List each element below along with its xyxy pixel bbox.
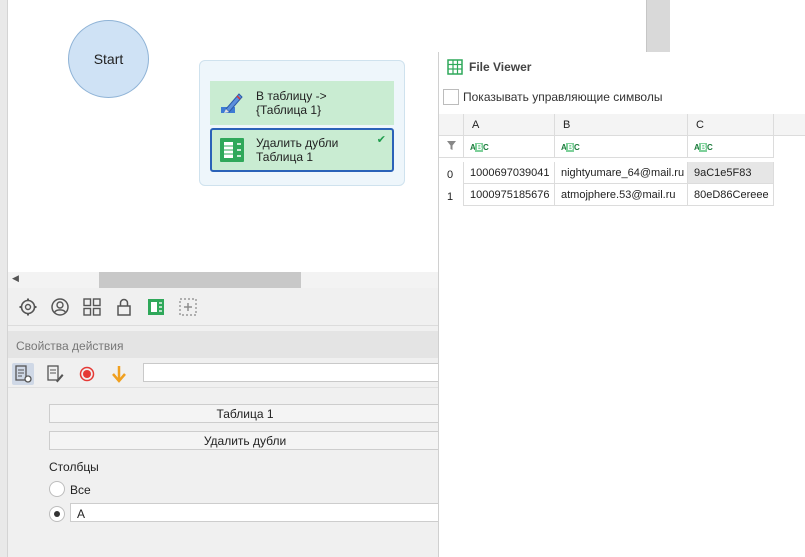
type-badge-cell[interactable]: ABC	[555, 136, 688, 158]
action-selector-value: Удалить дубли	[203, 433, 287, 448]
table-cell[interactable]: 1000697039041	[464, 162, 555, 184]
properties-header: Свойства действия	[8, 331, 438, 358]
action-remove-duplicates-line1: Удалить дубли	[256, 136, 339, 150]
canvas-toolbar	[8, 288, 438, 326]
text-type-icon: ABC	[470, 143, 489, 152]
table-icon	[220, 138, 244, 162]
gear-icon[interactable]	[18, 297, 38, 317]
user-circle-icon[interactable]	[50, 297, 70, 317]
action-to-table[interactable]: В таблицу -> {Таблица 1}	[210, 81, 394, 125]
radio-selected-dot	[54, 511, 60, 517]
edit-document-icon[interactable]	[44, 363, 66, 385]
pen-table-icon	[221, 93, 243, 113]
properties-body: Таблица 1 Удалить дубли Столбцы Все A	[8, 389, 441, 557]
vertical-splitter[interactable]	[646, 0, 670, 52]
grid-icon[interactable]	[82, 297, 102, 317]
workflow-canvas[interactable]: Start В таблицу -> {Таблица 1} Удалить д…	[8, 0, 438, 272]
filter-icon-cell[interactable]	[439, 136, 464, 158]
table-cell[interactable]: nightyumare_64@mail.ru	[555, 162, 688, 184]
column-input[interactable]: A	[70, 503, 440, 522]
radio-all-label: Все	[70, 483, 91, 497]
action-remove-duplicates[interactable]: Удалить дубли Таблица 1 ✔	[210, 128, 394, 172]
properties-settings-icon[interactable]	[12, 363, 34, 385]
show-control-chars-checkbox[interactable]	[443, 89, 459, 105]
column-header[interactable]: A	[464, 114, 555, 136]
radio-column[interactable]	[49, 506, 65, 522]
table-cell[interactable]: 9aC1e5F83	[688, 162, 774, 184]
corner-cell	[439, 114, 464, 136]
file-viewer-title-text: File Viewer	[469, 60, 532, 74]
top-right-area	[438, 0, 805, 52]
scrollbar-thumb[interactable]	[99, 272, 301, 288]
text-type-icon: ABC	[694, 143, 713, 152]
table-selector-value: Таблица 1	[216, 406, 274, 421]
table-selector[interactable]: Таблица 1	[49, 404, 441, 423]
check-icon: ✔	[376, 134, 386, 146]
start-node-label: Start	[93, 51, 124, 67]
column-header[interactable]: C	[688, 114, 774, 136]
action-selector[interactable]: Удалить дубли	[49, 431, 441, 450]
left-edge-strip	[0, 0, 8, 557]
table-cell[interactable]: atmojphere.53@mail.ru	[555, 184, 688, 206]
file-viewer-panel: File Viewer Показывать управляющие симво…	[438, 52, 805, 557]
action-remove-duplicates-line2: Таблица 1	[256, 150, 314, 164]
show-control-chars-option[interactable]: Показывать управляющие символы	[443, 89, 662, 105]
table-icon[interactable]	[146, 297, 166, 317]
record-icon[interactable]	[76, 363, 98, 385]
properties-toolbar	[8, 358, 443, 388]
columns-label: Столбцы	[49, 460, 99, 474]
start-node[interactable]: Start	[68, 20, 149, 98]
table-cell[interactable]: 1000975185676	[464, 184, 555, 206]
row-index: 0	[439, 162, 464, 184]
column-header[interactable]: B	[555, 114, 688, 136]
header-filler	[774, 114, 805, 136]
show-control-chars-label: Показывать управляющие символы	[463, 90, 663, 104]
type-badge-cell[interactable]: ABC	[688, 136, 774, 158]
row-index: 1	[439, 184, 464, 206]
action-to-table-line2: {Таблица 1}	[256, 103, 322, 117]
arrow-down-icon[interactable]	[108, 363, 130, 385]
text-type-icon: ABC	[561, 143, 580, 152]
scroll-left-arrow-icon[interactable]: ◀	[12, 273, 19, 284]
table-cell[interactable]: 80eD86Cereee	[688, 184, 774, 206]
canvas-horizontal-scrollbar[interactable]: ◀	[8, 272, 438, 288]
properties-comment-input[interactable]	[143, 363, 443, 382]
radio-all[interactable]	[49, 481, 65, 497]
filter-icon	[447, 141, 456, 150]
lock-icon[interactable]	[114, 297, 134, 317]
add-block-icon[interactable]	[178, 297, 198, 317]
type-badge-cell[interactable]: ABC	[464, 136, 555, 158]
action-group[interactable]: В таблицу -> {Таблица 1} Удалить дубли Т…	[199, 60, 405, 186]
table-grid-icon	[447, 59, 463, 75]
file-viewer-title: File Viewer	[447, 59, 531, 75]
action-to-table-line1: В таблицу ->	[256, 89, 327, 103]
